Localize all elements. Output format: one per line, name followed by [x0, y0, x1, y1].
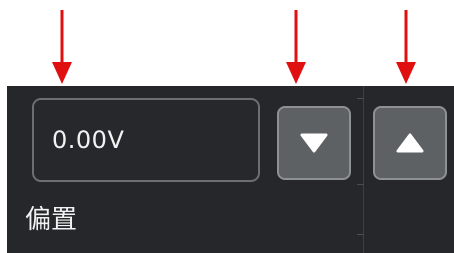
offset-control-panel: 0.00V 偏置 — [7, 86, 454, 253]
annotation-arrow-decrease-button — [284, 10, 308, 86]
grid-tick — [357, 184, 364, 185]
annotation-arrow-value-field — [50, 10, 74, 86]
offset-label: 偏置 — [25, 205, 78, 235]
offset-increase-button[interactable] — [373, 106, 447, 180]
annotation-arrow-increase-button — [394, 10, 418, 86]
triangle-up-icon — [396, 133, 424, 153]
grid-line — [363, 86, 364, 253]
grid-tick — [357, 98, 364, 99]
grid-tick — [357, 234, 364, 235]
offset-decrease-button[interactable] — [277, 106, 351, 180]
triangle-down-icon — [300, 133, 328, 153]
offset-value-field[interactable]: 0.00V — [32, 98, 260, 182]
screenshot-stage: 0.00V 偏置 — [0, 0, 454, 253]
